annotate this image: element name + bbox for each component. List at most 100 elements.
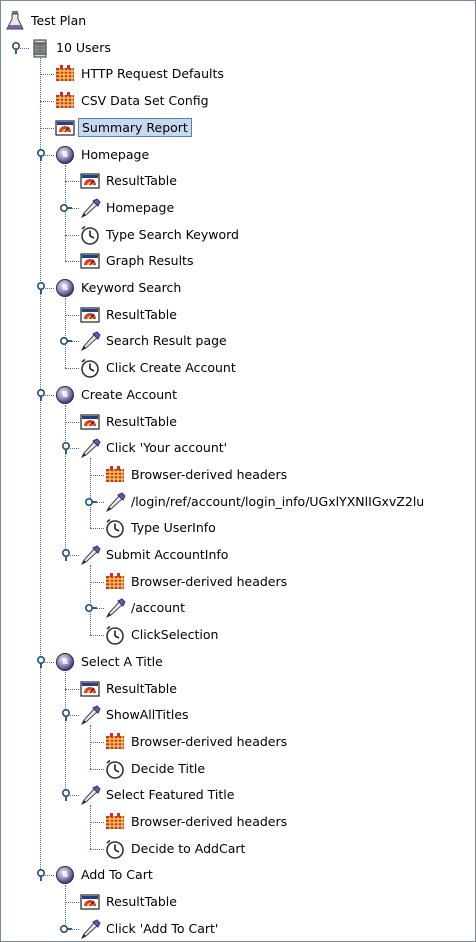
tree-node-add-to-cart[interactable]: Add To Cart [1,861,475,888]
collapse-toggle-icon[interactable] [34,148,48,162]
tree-node-select-featured-title[interactable]: Select Featured Title [1,781,475,808]
tree-node-label[interactable]: ResultTable [103,680,180,697]
tree-node-click-create-account[interactable]: Click Create Account [1,354,475,381]
tree-node-label[interactable]: Search Result page [103,332,230,349]
tree-node-resulttable[interactable]: ResultTable [1,888,475,915]
collapse-toggle-icon[interactable] [34,281,48,295]
tree-node-resulttable[interactable]: ResultTable [1,675,475,702]
tree-node-label[interactable]: Homepage [78,146,152,163]
tree-node-label[interactable]: Keyword Search [78,279,184,296]
tree-node-search-result-page[interactable]: Search Result page [1,327,475,354]
tree-node-click-add-to-cart[interactable]: Click 'Add To Cart' [1,915,475,941]
tree-node-resulttable[interactable]: ResultTable [1,167,475,194]
tree-node-decide-title[interactable]: Decide Title [1,755,475,782]
expand-toggle-icon[interactable] [84,495,98,509]
sampler-icon [79,784,101,806]
expand-toggle-icon[interactable] [84,601,98,615]
controller-icon [54,384,76,406]
test-plan-tree[interactable]: Test Plan 10 Users HTTP Request Defaults CS… [0,0,476,942]
collapse-toggle-icon[interactable] [34,655,48,669]
collapse-toggle-icon[interactable] [34,388,48,402]
tree-node-submit-accountinfo[interactable]: Submit AccountInfo [1,541,475,568]
expand-toggle-icon[interactable] [59,201,73,215]
tree-node-csv-data-set-config[interactable]: CSV Data Set Config [1,87,475,114]
tree-node-label[interactable]: Decide Title [128,760,208,777]
tree-node-label[interactable]: Select Featured Title [103,786,237,803]
tree-branch-line [90,822,104,823]
tree-node-summary-report[interactable]: Summary Report [1,114,475,141]
collapse-toggle-icon[interactable] [59,548,73,562]
tree-node-label[interactable]: Browser-derived headers [128,466,290,483]
tree-node-label[interactable]: Type Search Keyword [103,226,242,243]
tree-node-create-account[interactable]: Create Account [1,381,475,408]
tree-node-test-plan[interactable]: Test Plan [1,7,475,34]
tree-node-type-userinfo[interactable]: Type UserInfo [1,514,475,541]
collapse-toggle-icon[interactable] [59,788,73,802]
tree-node-label[interactable]: Select A Title [78,653,166,670]
tree-node-homepage[interactable]: Homepage [1,141,475,168]
tree-branch-line [65,261,79,263]
tree-node-label[interactable]: ClickSelection [128,626,221,643]
tree-node-homepage[interactable]: Homepage [1,194,475,221]
tree-node-select-a-title[interactable]: Select A Title [1,648,475,675]
collapse-toggle-icon[interactable] [59,441,73,455]
tree-node-label[interactable]: Summary Report [78,117,192,137]
tree-node-label[interactable]: Browser-derived headers [128,573,290,590]
tree-node-browser-derived-headers[interactable]: Browser-derived headers [1,568,475,595]
tree-node-label[interactable]: Homepage [103,199,177,216]
tree-node-browser-derived-headers[interactable]: Browser-derived headers [1,728,475,755]
tree-node-login-ref-account-login-info-ugxlyxnligxvz2lu[interactable]: /login/ref/account/login_info/UGxlYXNlIG… [1,488,475,515]
tree-node-label[interactable]: ResultTable [103,413,180,430]
tree-node-label[interactable]: Test Plan [28,12,89,29]
expand-toggle-icon[interactable] [59,334,73,348]
tree-node-type-search-keyword[interactable]: Type Search Keyword [1,221,475,248]
collapse-toggle-icon[interactable] [9,41,23,55]
tree-node-label[interactable]: Click 'Add To Cart' [103,920,221,937]
tree-branch-line [90,474,104,476]
tree-branch-line [90,741,104,743]
tree-branch-line [65,181,79,183]
tree-node-graph-results[interactable]: Graph Results [1,247,475,274]
tree-node-label[interactable]: Browser-derived headers [128,733,290,750]
listener-icon [79,304,101,326]
tree-node-browser-derived-headers[interactable]: Browser-derived headers [1,461,475,488]
tree-node-label[interactable]: /account [128,599,188,616]
tree-node-label[interactable]: Add To Cart [78,866,156,883]
tree-node-label[interactable]: Click 'Your account' [103,439,230,456]
tree-node-label[interactable]: ResultTable [103,893,180,910]
tree-node-label[interactable]: 10 Users [53,39,114,56]
tree-node-resulttable[interactable]: ResultTable [1,408,475,435]
collapse-toggle-icon[interactable] [34,868,48,882]
tree-node-label[interactable]: /login/ref/account/login_info/UGxlYXNlIG… [128,493,427,510]
tree-node-resulttable[interactable]: ResultTable [1,301,475,328]
tree-node-click-your-account[interactable]: Click 'Your account' [1,434,475,461]
tree-node-account[interactable]: /account [1,594,475,621]
tree-node-label[interactable]: ResultTable [103,172,180,189]
expand-toggle-icon[interactable] [59,922,73,936]
tree-branch-line [40,74,54,76]
tree-node-10-users[interactable]: 10 Users [1,34,475,61]
tree-node-showalltitles[interactable]: ShowAllTitles [1,701,475,728]
tree-node-label[interactable]: Decide to AddCart [128,840,248,857]
timer-icon [104,624,126,646]
timer-icon [104,517,126,539]
tree-node-label[interactable]: Submit AccountInfo [103,546,231,563]
tree-node-browser-derived-headers[interactable]: Browser-derived headers [1,808,475,835]
tree-node-label[interactable]: Browser-derived headers [128,813,290,830]
tree-node-label[interactable]: CSV Data Set Config [78,92,212,109]
tree-node-label[interactable]: ShowAllTitles [103,706,192,723]
tree-node-label[interactable]: HTTP Request Defaults [78,65,227,82]
tree-node-clickselection[interactable]: ClickSelection [1,621,475,648]
tree-node-label[interactable]: Type UserInfo [128,519,219,536]
tree-branch-line [90,635,104,637]
tree-node-label[interactable]: Click Create Account [103,359,239,376]
tree-node-keyword-search[interactable]: Keyword Search [1,274,475,301]
tree-node-decide-to-addcart[interactable]: Decide to AddCart [1,835,475,862]
tree-node-label[interactable]: ResultTable [103,306,180,323]
collapse-toggle-icon[interactable] [59,708,73,722]
tree-node-http-request-defaults[interactable]: HTTP Request Defaults [1,60,475,87]
tree-node-label[interactable]: Create Account [78,386,180,403]
tree-branch-line [90,848,104,850]
tree-node-label[interactable]: Graph Results [103,252,196,269]
listener-icon [54,117,76,139]
